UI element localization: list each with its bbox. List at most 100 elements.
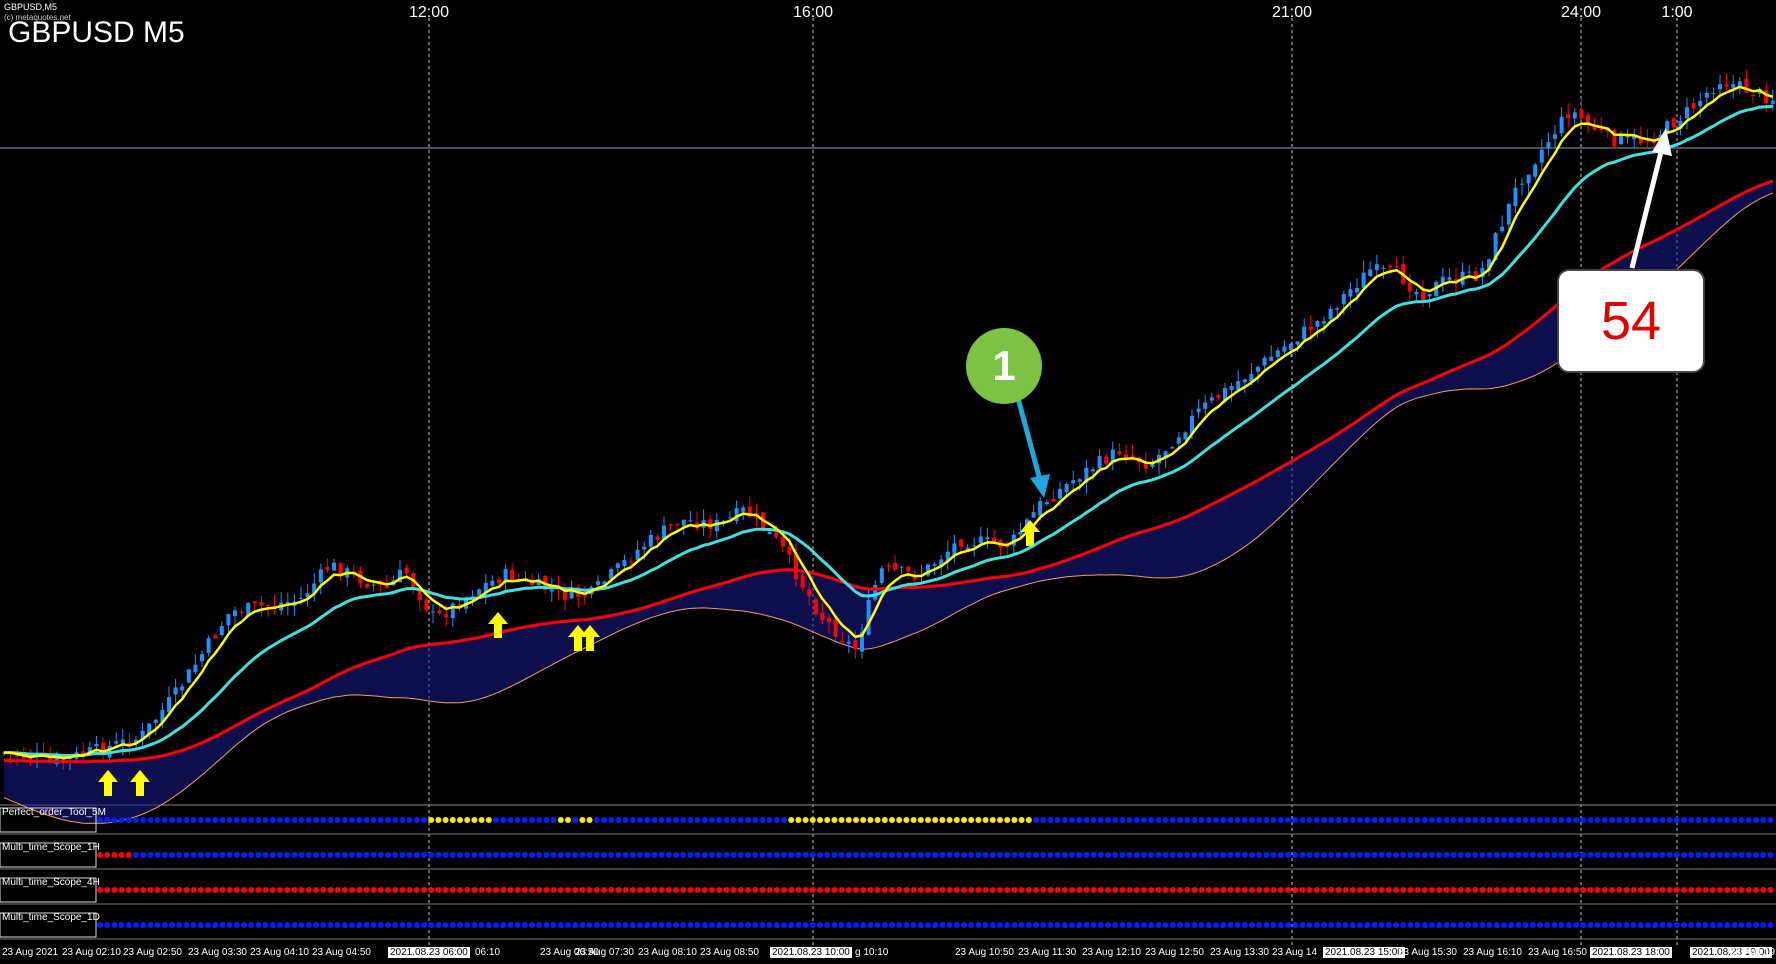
- indicator-dot: [1717, 852, 1723, 858]
- candle-body: [807, 589, 812, 597]
- indicator-dot: [680, 887, 687, 893]
- indicator-dot: [1673, 852, 1680, 858]
- indicator-dot: [1321, 817, 1327, 823]
- indicator-dot: [1659, 817, 1666, 823]
- indicator-dot: [125, 852, 132, 858]
- indicator-dot: [161, 817, 168, 823]
- indicator-dot: [521, 922, 528, 928]
- candle-body: [906, 566, 911, 572]
- indicator-dot: [831, 887, 838, 893]
- indicator-dot: [356, 852, 363, 858]
- indicator-dot: [1169, 817, 1176, 823]
- candle-body: [787, 546, 792, 555]
- indicator-dot: [831, 817, 838, 823]
- indicator-dot: [982, 817, 989, 823]
- cloud-edge: [3, 192, 1773, 824]
- indicator-dot: [471, 852, 478, 858]
- indicator-dot: [917, 922, 924, 928]
- indicator-dot: [665, 922, 672, 928]
- indicator-dot: [1695, 817, 1702, 823]
- indicator-dot: [716, 852, 723, 858]
- candle-body: [1467, 271, 1472, 273]
- time-axis-label: 23 Aug 07:30: [575, 947, 634, 958]
- indicator-dot: [953, 852, 960, 858]
- indicator-dot: [1227, 887, 1234, 893]
- indicator-dot: [889, 817, 895, 823]
- indicator-dot: [543, 887, 550, 893]
- indicator-dot: [1083, 922, 1090, 928]
- indicator-dot: [1097, 922, 1104, 928]
- indicator-dot: [1760, 887, 1767, 893]
- indicator-dot: [435, 817, 442, 823]
- indicator-dot: [716, 817, 723, 823]
- time-axis-label: 23 Aug 13:30: [1210, 947, 1269, 958]
- indicator-dot: [1090, 887, 1097, 893]
- indicator-dot: [1537, 817, 1543, 823]
- indicator-dot: [277, 922, 283, 928]
- indicator-dot: [1580, 817, 1587, 823]
- indicator-dot: [1645, 887, 1651, 893]
- indicator-dot: [579, 817, 586, 823]
- indicator-dot: [1313, 817, 1320, 823]
- indicator-dot: [593, 922, 600, 928]
- indicator-dot: [1011, 852, 1018, 858]
- indicator-dot: [205, 887, 211, 893]
- indicator-dot: [1306, 922, 1313, 928]
- indicator-dot: [788, 817, 795, 823]
- indicator-dot: [1061, 887, 1068, 893]
- indicator-dot: [1191, 887, 1198, 893]
- indicator-dot: [1429, 922, 1435, 928]
- indicator-dot: [1486, 922, 1493, 928]
- indicator-dot: [1220, 852, 1227, 858]
- candle-body: [1242, 379, 1247, 383]
- indicator-dot: [1090, 922, 1097, 928]
- indicator-dot: [154, 817, 161, 823]
- indicator-dot: [1321, 887, 1327, 893]
- indicator-dot: [485, 922, 492, 928]
- indicator-dot: [809, 852, 816, 858]
- candle-body: [1289, 343, 1293, 350]
- indicator-dot: [1414, 922, 1421, 928]
- panel-label-scope-4h: Multi_time_Scope_4H: [2, 877, 100, 888]
- indicator-dot: [1479, 922, 1486, 928]
- indicator-dot: [478, 887, 485, 893]
- indicator-dot: [1126, 887, 1133, 893]
- indicator-dot: [997, 887, 1003, 893]
- indicator-dot: [291, 887, 298, 893]
- indicator-dot: [349, 852, 355, 858]
- indicator-dot: [1119, 887, 1126, 893]
- indicator-dot: [997, 852, 1003, 858]
- indicator-dot: [586, 852, 593, 858]
- indicator-dot: [133, 887, 139, 893]
- indicator-dot: [1580, 852, 1587, 858]
- indicator-dot: [1414, 852, 1421, 858]
- indicator-dot: [1241, 852, 1248, 858]
- indicator-dot: [471, 922, 478, 928]
- indicator-dot: [212, 852, 219, 858]
- candle-body: [820, 612, 825, 620]
- indicator-dot: [500, 887, 507, 893]
- indicator-dot: [694, 817, 701, 823]
- indicator-dot: [399, 852, 406, 858]
- candle-body: [1355, 287, 1359, 293]
- candle-body: [325, 566, 330, 571]
- indicator-dot: [781, 852, 787, 858]
- indicator-dot: [507, 852, 514, 858]
- indicator-dot: [723, 817, 730, 823]
- indicator-dot: [341, 852, 348, 858]
- indicator-dot: [471, 817, 478, 823]
- indicator-dot: [1011, 887, 1018, 893]
- indicator-dot: [622, 852, 629, 858]
- indicator-dot: [658, 922, 665, 928]
- price-chart[interactable]: [0, 0, 1776, 964]
- indicator-dot: [752, 887, 759, 893]
- indicator-dot: [1673, 817, 1680, 823]
- indicator-dot: [1141, 922, 1147, 928]
- indicator-dot: [629, 817, 636, 823]
- indicator-dot: [1695, 887, 1702, 893]
- indicator-dot: [176, 922, 183, 928]
- indicator-dot: [874, 887, 881, 893]
- candle-body: [1348, 289, 1353, 297]
- indicator-dot: [1673, 922, 1680, 928]
- indicator-dot: [514, 852, 521, 858]
